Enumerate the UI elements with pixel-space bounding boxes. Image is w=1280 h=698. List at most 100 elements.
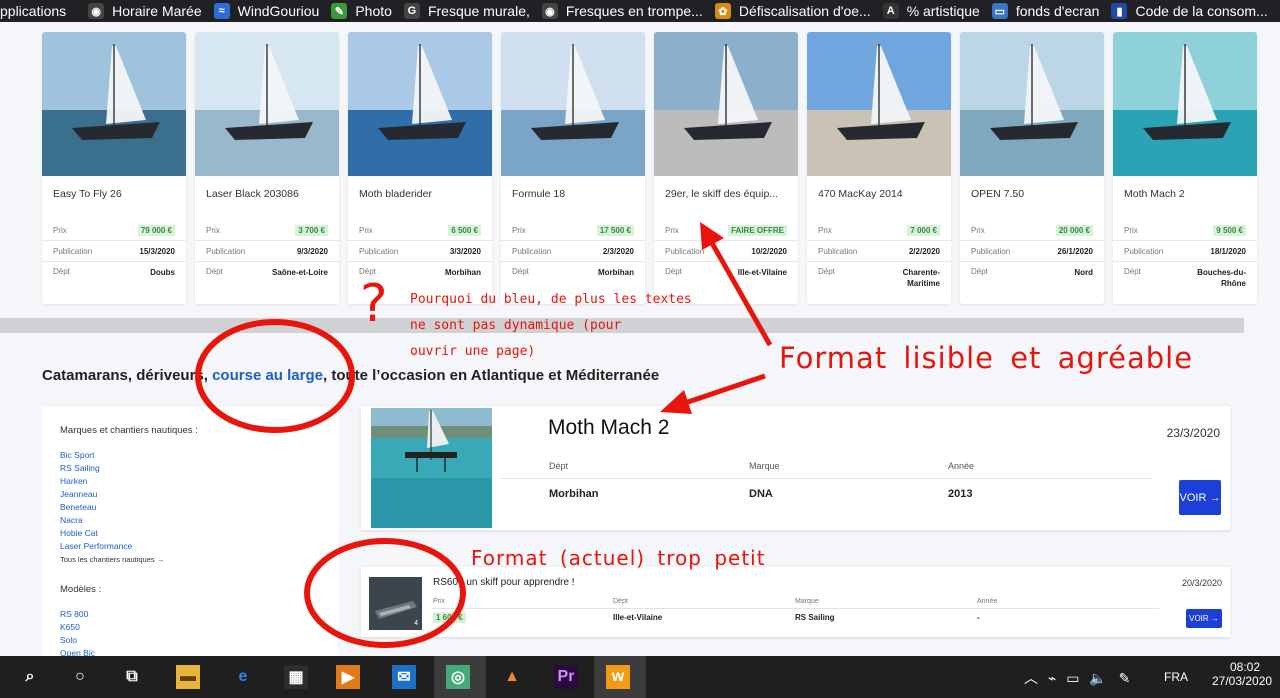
- cortana-icon[interactable]: ○: [68, 665, 92, 689]
- bookmark-label: Photo: [355, 3, 392, 19]
- listing-card[interactable]: 29er, le skiff des équip... Prix FAIRE OFF…: [654, 32, 798, 304]
- card-photo[interactable]: [42, 32, 186, 176]
- bookmark-item[interactable]: G Fresque murale,: [403, 0, 542, 22]
- tray-icons[interactable]: ︿ ⌁ ▭ 🔈 ✎: [1024, 668, 1130, 688]
- card-prix-value: 79 000 €: [137, 224, 175, 236]
- filter-link[interactable]: K650: [60, 621, 320, 634]
- windows-taskbar: ⌕ ○ ⧉ ▬ e ▦ ▶ ✉ ◎ ▲ Pr w ︿ ⌁ ▭ 🔈 ✎ FRA 08:02 27/03/…: [0, 656, 1280, 698]
- bookmark-item[interactable]: pplications: [0, 0, 88, 22]
- card-prix-row: Prix 17 500 €: [501, 220, 645, 241]
- listing-thumbnail[interactable]: 4: [369, 577, 422, 630]
- listing-card[interactable]: OPEN 7.50 Prix 20 000 € Publication 26/1/202…: [960, 32, 1104, 304]
- card-title[interactable]: 29er, le skiff des équip...: [654, 176, 798, 220]
- premiere-icon[interactable]: Pr: [554, 665, 578, 689]
- featured-listing[interactable]: Moth Mach 2 23/3/2020 Dépt Marque Année …: [361, 406, 1230, 530]
- filter-link[interactable]: Nacra: [60, 514, 320, 527]
- filter-link[interactable]: Hobie Cat: [60, 527, 320, 540]
- section-title-end: , toute l’occasion en Atlantique et Médi…: [322, 367, 660, 384]
- card-photo[interactable]: [195, 32, 339, 176]
- card-title[interactable]: Moth Mach 2: [1113, 176, 1257, 220]
- card-prix-value: 9 500 €: [1213, 224, 1246, 236]
- card-photo[interactable]: [654, 32, 798, 176]
- voir-button[interactable]: VOIR →: [1179, 480, 1221, 515]
- bookmark-item[interactable]: ◉ Horaire Marée: [88, 0, 213, 22]
- listing-name[interactable]: Moth Mach 2: [548, 416, 669, 440]
- card-title[interactable]: Laser Black 203086: [195, 176, 339, 220]
- bookmark-item[interactable]: ≈ WindGouriou: [213, 0, 332, 22]
- bookmark-label: Fresques en trompe...: [565, 3, 703, 19]
- vlc-icon[interactable]: ▲: [500, 665, 524, 689]
- w-app-icon[interactable]: w: [606, 665, 630, 689]
- card-title[interactable]: 470 MacKay 2014: [807, 176, 951, 220]
- voir-button[interactable]: VOIR →: [1186, 609, 1222, 628]
- listing-name[interactable]: RS600 un skiff pour apprendre !: [433, 577, 575, 588]
- marques-list: Bic Sport RS Sailing Harken Jeanneau Benetea…: [60, 449, 320, 553]
- listing-card[interactable]: Formule 18 Prix 17 500 € Publication 2/3/202…: [501, 32, 645, 304]
- card-dept-label: Dépt: [512, 267, 529, 276]
- card-prix-row: Prix 9 500 €: [1113, 220, 1257, 241]
- filter-link[interactable]: Bic Sport: [60, 449, 320, 462]
- card-photo[interactable]: [1113, 32, 1257, 176]
- listing-card[interactable]: Moth bladerider Prix 6 500 € Publication 3/3…: [348, 32, 492, 304]
- language-indicator[interactable]: FRA: [1164, 670, 1188, 684]
- search-icon[interactable]: ⌕: [18, 665, 42, 689]
- section-title-link[interactable]: course au large: [212, 367, 323, 384]
- media-icon[interactable]: ▶: [336, 665, 360, 689]
- listing-card[interactable]: Moth Mach 2 Prix 9 500 € Publication 18/1/20…: [1113, 32, 1257, 304]
- file-explorer-icon[interactable]: ▬: [176, 665, 200, 689]
- card-photo[interactable]: [501, 32, 645, 176]
- store-icon[interactable]: ▦: [284, 665, 308, 689]
- screen-icon: ▭: [991, 3, 1008, 19]
- card-prix-label: Prix: [206, 225, 220, 235]
- card-prix-row: Prix 7 000 €: [807, 220, 951, 241]
- clock-time: 08:02: [1229, 660, 1261, 674]
- filter-link[interactable]: Open Bic: [60, 647, 320, 656]
- bookmark-item[interactable]: ▭ fonds d'ecran: [991, 0, 1112, 22]
- card-publication-row: Publication 2/2/2020: [807, 241, 951, 262]
- edge-icon[interactable]: e: [231, 665, 255, 689]
- listing-row[interactable]: 4 RS600 un skiff pour apprendre ! 20/3/2…: [361, 567, 1230, 637]
- network-icon: ⌁: [1047, 670, 1057, 686]
- card-publication-row: Publication 18/1/2020: [1113, 241, 1257, 262]
- filter-link[interactable]: Beneteau: [60, 501, 320, 514]
- card-photo[interactable]: [348, 32, 492, 176]
- price-badge: 1 600 €: [433, 612, 466, 623]
- card-title[interactable]: Moth bladerider: [348, 176, 492, 220]
- card-dept-value: Doubs: [150, 268, 175, 277]
- card-photo[interactable]: [807, 32, 951, 176]
- pen-icon: ✎: [1118, 670, 1131, 686]
- modeles-label: Modèles :: [60, 584, 102, 595]
- card-title[interactable]: Easy To Fly 26: [42, 176, 186, 220]
- card-prix-value: 20 000 €: [1055, 224, 1093, 236]
- filter-link[interactable]: Solo: [60, 634, 320, 647]
- listing-card[interactable]: Laser Black 203086 Prix 3 700 € Publication…: [195, 32, 339, 304]
- flag-icon: ▮: [1111, 3, 1128, 19]
- card-title[interactable]: Formule 18: [501, 176, 645, 220]
- bookmark-item[interactable]: A % artistique: [882, 0, 992, 22]
- chrome-icon[interactable]: ◎: [446, 665, 470, 689]
- dept-header: Dépt: [613, 598, 628, 605]
- task-view-icon[interactable]: ⧉: [120, 665, 144, 689]
- annotation-bleu-1: Pourquoi du bleu, de plus les textes: [410, 292, 692, 307]
- bookmark-item[interactable]: ✎ Photo: [331, 0, 404, 22]
- card-prix-label: Prix: [665, 225, 679, 235]
- card-photo[interactable]: [960, 32, 1104, 176]
- bookmark-item[interactable]: ▮ Code de la consom...: [1111, 0, 1279, 22]
- filter-link[interactable]: RS 800: [60, 608, 320, 621]
- listing-photo[interactable]: [371, 408, 492, 528]
- listing-card[interactable]: Easy To Fly 26 Prix 79 000 € Publication 15/…: [42, 32, 186, 304]
- bookmark-item[interactable]: ◉ Fresques en trompe...: [541, 0, 715, 22]
- filter-link[interactable]: RS Sailing: [60, 462, 320, 475]
- clock[interactable]: 08:02 27/03/2020: [1212, 660, 1272, 688]
- listing-card[interactable]: 470 MacKay 2014 Prix 7 000 € Publication 2/2…: [807, 32, 951, 304]
- filter-link[interactable]: Laser Performance: [60, 540, 320, 553]
- card-publication-label: Publication: [818, 246, 858, 256]
- bookmark-label: Code de la consom...: [1135, 3, 1268, 19]
- card-title[interactable]: OPEN 7.50: [960, 176, 1104, 220]
- annee-value: 2013: [948, 488, 973, 500]
- bookmark-item[interactable]: ✿ Défiscalisation d'oe...: [714, 0, 883, 22]
- filter-link[interactable]: Harken: [60, 475, 320, 488]
- all-chantiers-link[interactable]: Tous les chantiers nautiques →: [60, 553, 320, 566]
- mail-icon[interactable]: ✉: [392, 665, 416, 689]
- filter-link[interactable]: Jeanneau: [60, 488, 320, 501]
